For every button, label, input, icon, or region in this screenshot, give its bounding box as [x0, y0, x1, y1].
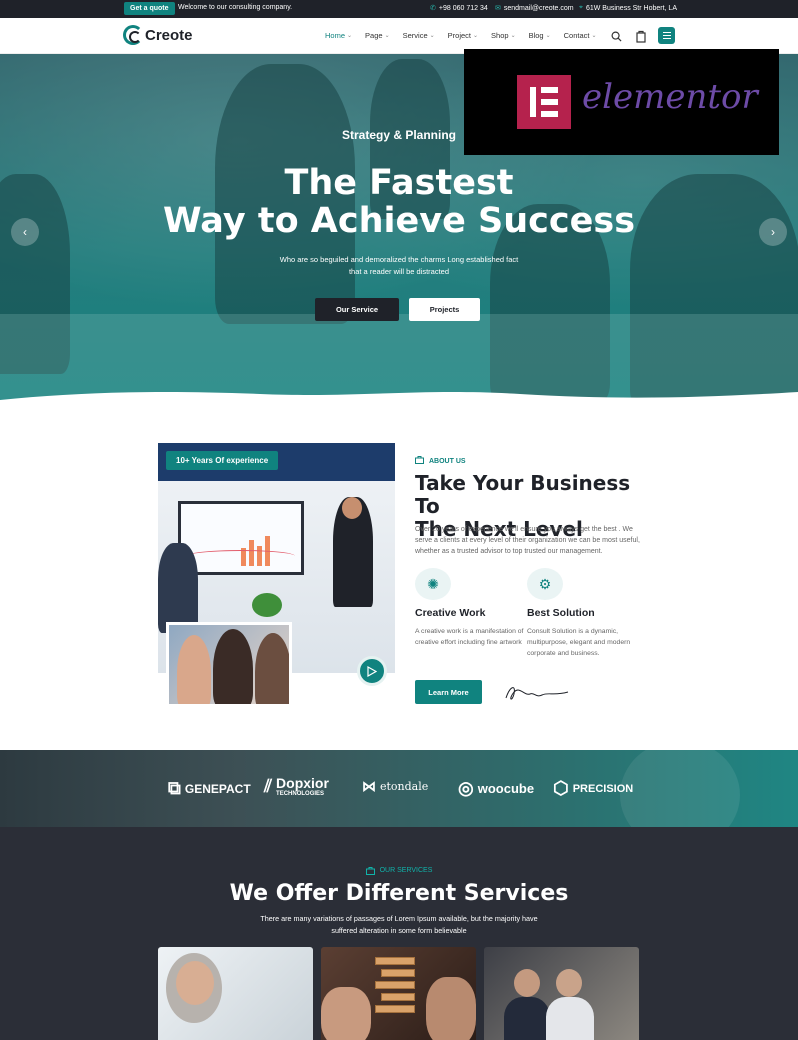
service-card-image[interactable]: [484, 947, 639, 1040]
genepact-logo-icon: ⧉: [168, 778, 181, 798]
signature-image: [505, 687, 569, 700]
chevron-down-icon: ⌄: [473, 33, 479, 39]
feature-desc-creative: A creative work is a manifestation of cr…: [415, 628, 524, 646]
chevron-down-icon: ⌄: [545, 33, 551, 39]
services-description: There are many variations of passages of…: [260, 914, 538, 935]
about-label: ABOUT US: [415, 456, 466, 466]
dopxior-logo-icon: ⫽: [264, 775, 273, 796]
nav-page[interactable]: Page ⌄: [365, 31, 390, 40]
phone-contact[interactable]: ✆ +98 060 712 34: [430, 4, 488, 13]
cart-icon[interactable]: [634, 29, 648, 43]
brain-icon: ✺: [415, 568, 451, 600]
our-service-button[interactable]: Our Service: [315, 298, 399, 321]
phone-text: +98 060 712 34: [438, 4, 488, 12]
logo-text: Creote: [145, 26, 193, 44]
brands-strip: ⧉ GENEPACT ⫽ Dopxior TECHNOLOGIES ⋈ eton…: [0, 750, 798, 827]
about-team-image: [166, 622, 292, 707]
services-section: OUR SERVICES We Offer Different Services…: [0, 827, 798, 1040]
elementor-logo-icon: [517, 75, 571, 129]
logo[interactable]: Creote: [123, 25, 193, 45]
logo-mark-icon: [123, 25, 143, 45]
address-contact: ⌖ 61W Business Str Hobert, LA: [579, 4, 677, 12]
hero-wave-divider: [0, 392, 798, 406]
nav-home[interactable]: Home ⌄: [325, 31, 352, 40]
briefcase-icon: [365, 867, 375, 877]
brand-etondale[interactable]: ⋈ etondale: [362, 778, 428, 795]
mail-icon: ✉: [495, 5, 501, 12]
nav-contact[interactable]: Contact ⌄: [564, 31, 597, 40]
brand-precision[interactable]: ⬡ PRECISION: [553, 778, 633, 799]
next-slide-arrow-icon[interactable]: ›: [759, 218, 787, 246]
play-icon: [367, 665, 377, 677]
play-video-button[interactable]: [357, 656, 387, 686]
chevron-down-icon: ⌄: [510, 33, 516, 39]
etondale-logo-icon: ⋈: [362, 778, 376, 794]
chevron-down-icon: ⌄: [384, 33, 390, 39]
nav-blog[interactable]: Blog ⌄: [529, 31, 551, 40]
learn-more-button[interactable]: Learn More: [415, 680, 482, 704]
address-text: 61W Business Str Hobert, LA: [585, 4, 677, 12]
menu-toggle-button[interactable]: [658, 27, 675, 44]
nav-project[interactable]: Project ⌄: [448, 31, 478, 40]
feature-title-creative: Creative Work: [415, 607, 486, 619]
email-contact[interactable]: ✉ sendmail@creote.com: [495, 4, 574, 13]
brand-woocube[interactable]: ◎ woocube: [458, 778, 534, 799]
email-text: sendmail@creote.com: [503, 4, 574, 12]
brand-dopxior[interactable]: ⫽ Dopxior TECHNOLOGIES: [264, 775, 329, 797]
welcome-text: Welcome to our consulting company.: [178, 4, 293, 11]
service-card-image[interactable]: [321, 947, 476, 1040]
chevron-down-icon: ⌄: [429, 33, 435, 39]
prev-slide-arrow-icon[interactable]: ‹: [11, 218, 39, 246]
feature-desc-solution: Consult Solution is a dynamic, multipurp…: [527, 628, 631, 657]
chevron-down-icon: ⌄: [591, 33, 597, 39]
elementor-badge: elementor: [464, 49, 779, 155]
experience-badge: 10+ Years Of experience: [166, 451, 279, 470]
phone-icon: ✆: [430, 5, 436, 12]
feature-title-solution: Best Solution: [527, 607, 595, 619]
main-nav: Home ⌄ Page ⌄ Service ⌄ Project ⌄ Shop ⌄ Blog…: [325, 31, 610, 40]
services-label: OUR SERVICES: [0, 867, 798, 877]
top-bar: Get a quote Welcome to our consulting co…: [0, 0, 798, 18]
woocube-logo-icon: ◎: [458, 778, 474, 798]
projects-button[interactable]: Projects: [409, 298, 480, 321]
search-icon[interactable]: [609, 29, 623, 43]
services-title: We Offer Different Services: [229, 881, 569, 906]
hero-description: Who are so beguiled and demoralized the …: [279, 255, 519, 276]
elementor-wordmark: elementor: [582, 77, 758, 117]
presentation-board: [178, 501, 304, 575]
briefcase-icon: [415, 456, 424, 466]
service-card-image[interactable]: [158, 947, 313, 1040]
brand-genepact[interactable]: ⧉ GENEPACT: [168, 778, 251, 799]
chevron-down-icon: ⌄: [347, 33, 353, 39]
gear-head-icon: ⚙: [527, 568, 563, 600]
hero-title: The Fastest Way to Achieve Success: [162, 163, 636, 241]
precision-logo-icon: ⬡: [553, 778, 569, 798]
nav-shop[interactable]: Shop ⌄: [491, 31, 516, 40]
nav-service[interactable]: Service ⌄: [403, 31, 435, 40]
presenter-head: [342, 497, 362, 519]
location-icon: ⌖: [579, 4, 583, 11]
get-quote-button[interactable]: Get a quote: [124, 2, 175, 15]
about-description: Over 20 years of experience we'll ensure…: [415, 526, 640, 555]
